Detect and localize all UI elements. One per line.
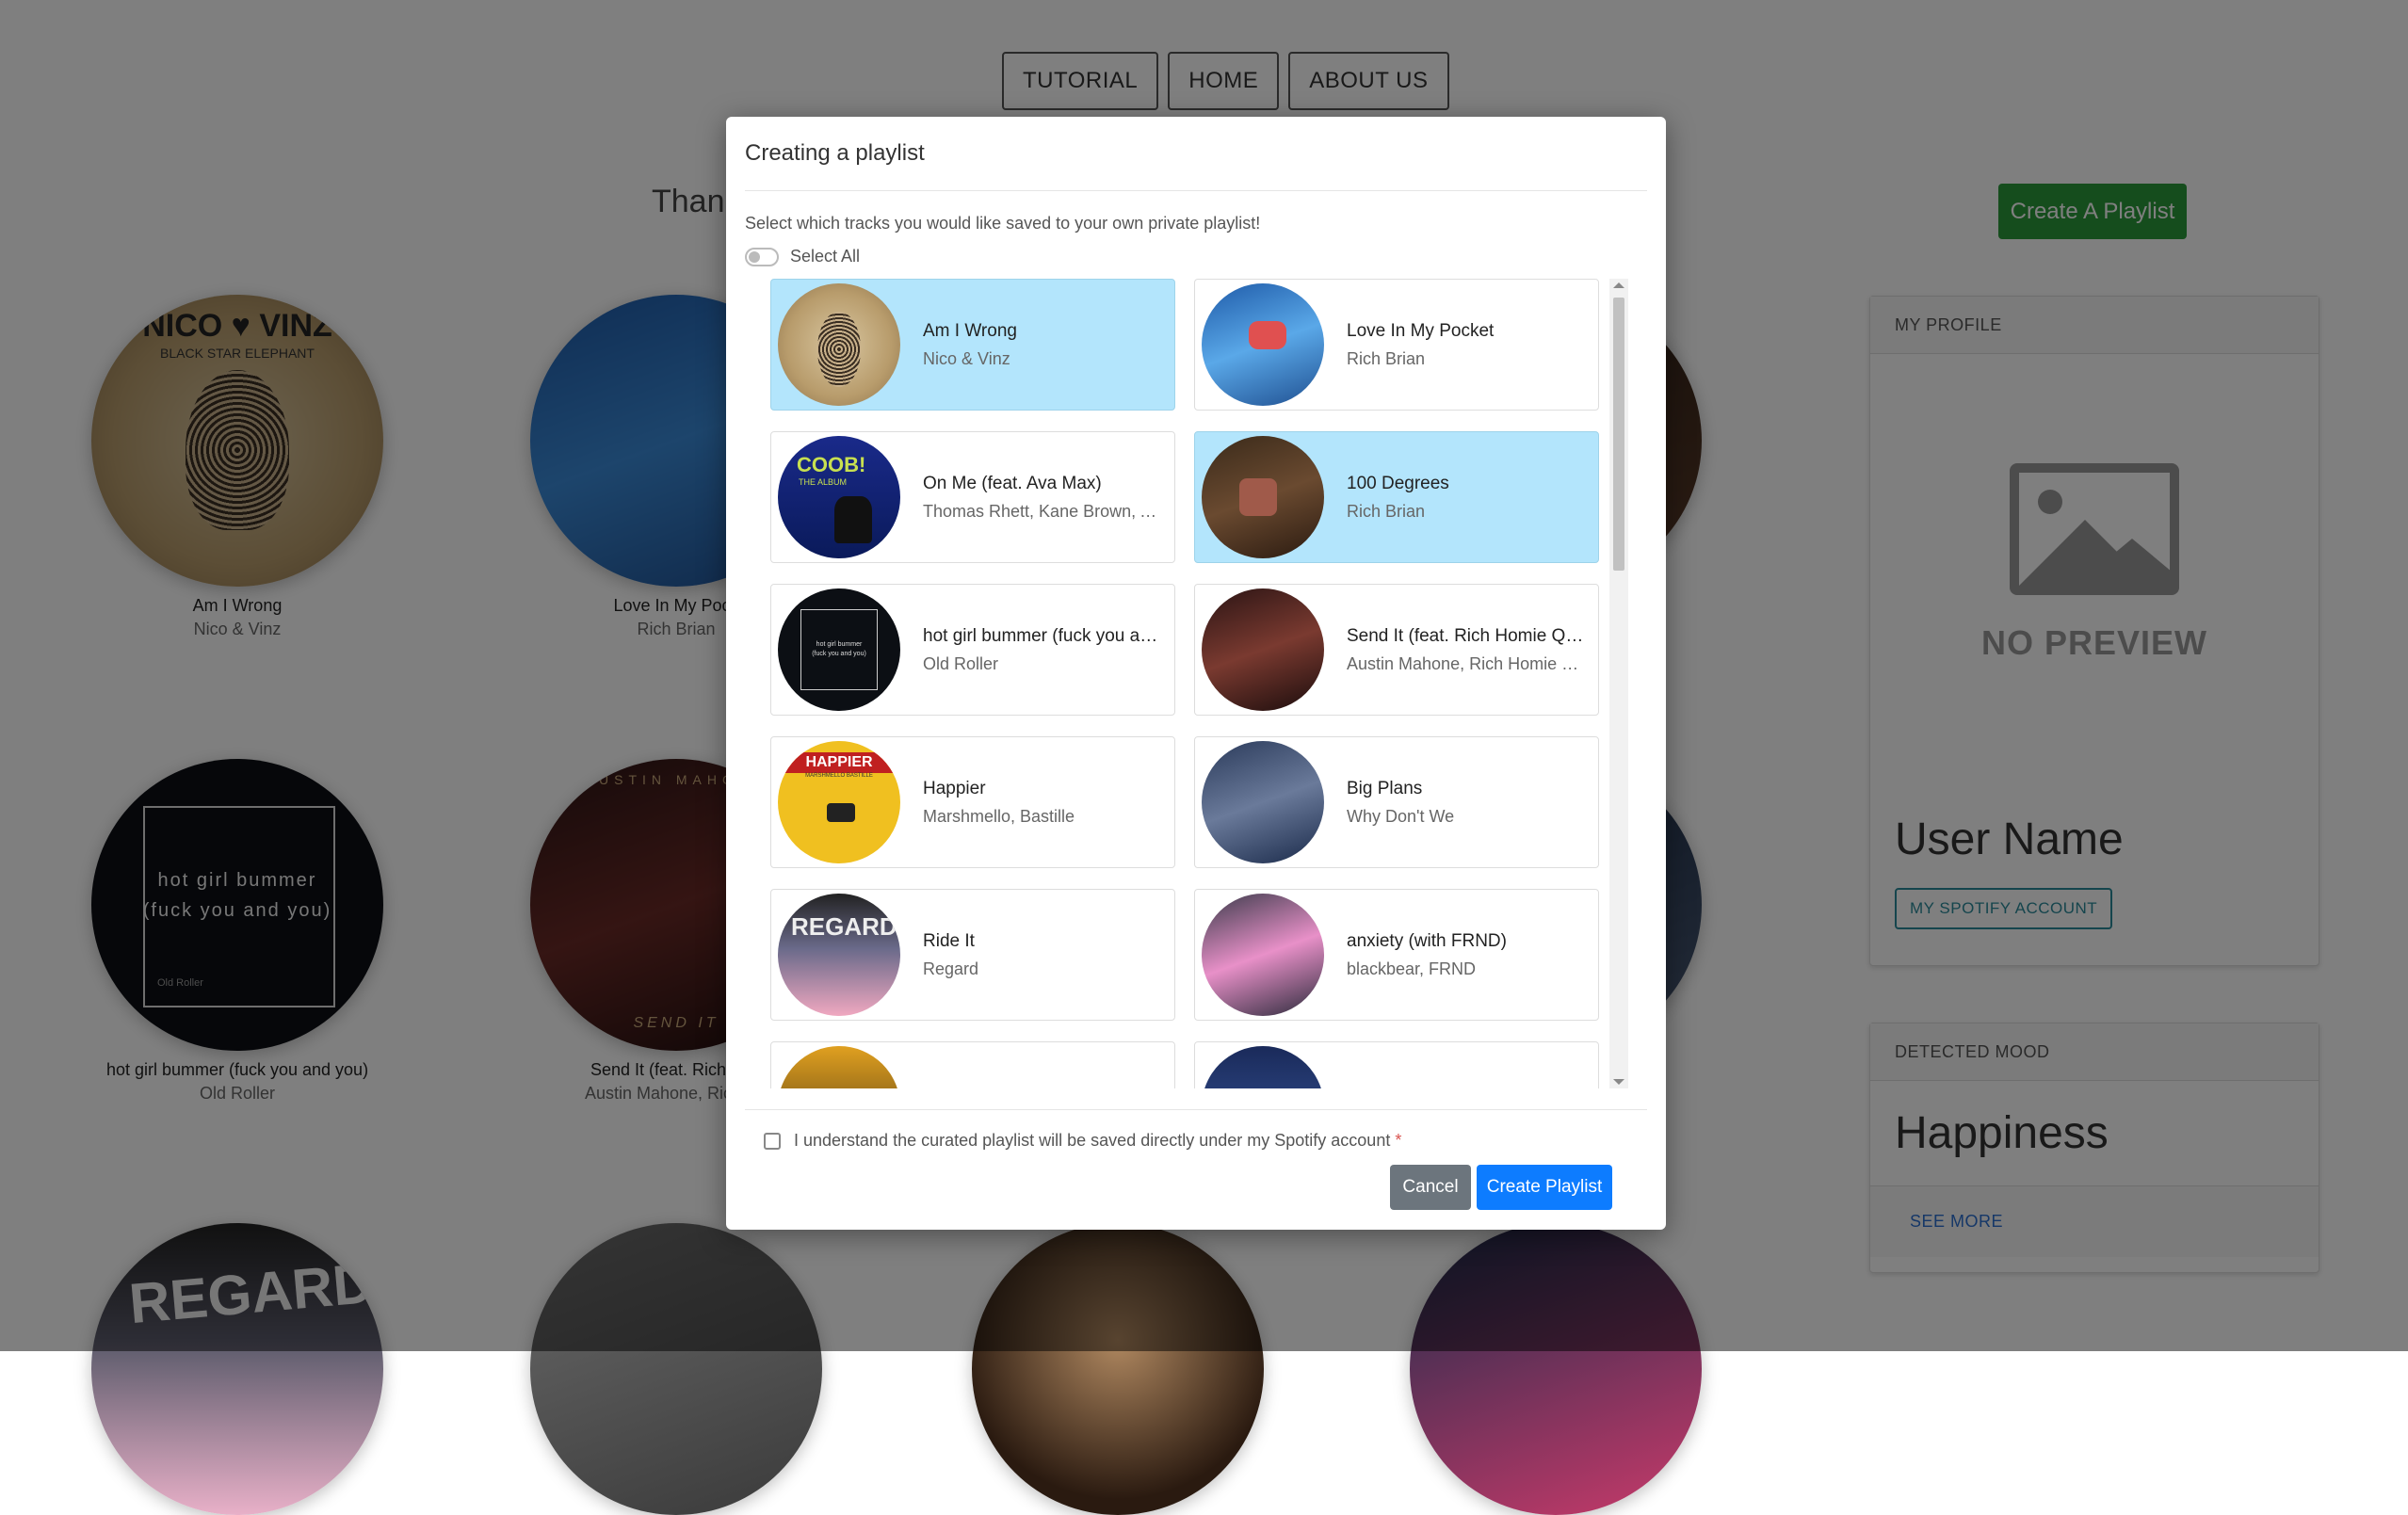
scrollbar-thumb[interactable] (1613, 298, 1624, 571)
modal-title: Creating a playlist (745, 140, 925, 166)
create-playlist-modal: Creating a playlist Select which tracks … (726, 117, 1666, 1230)
cancel-button[interactable]: Cancel (1390, 1165, 1471, 1210)
track-card[interactable] (1194, 1041, 1599, 1088)
album-art-text: (fuck you and you) (812, 651, 866, 657)
track-card[interactable]: anxiety (with FRND) blackbear, FRND (1194, 889, 1599, 1021)
track-title: Happier (923, 778, 986, 798)
track-card[interactable]: hot girl bummer (fuck you and you) hot g… (770, 584, 1175, 716)
album-art-text: hot girl bummer (816, 641, 863, 648)
track-artist: Old Roller (923, 653, 999, 673)
modal-footer-divider (745, 1109, 1647, 1110)
consent-row: I understand the curated playlist will b… (764, 1131, 1401, 1151)
create-playlist-button[interactable]: Create Playlist (1477, 1165, 1612, 1210)
track-album-art (1202, 588, 1324, 711)
track-album-art: hot girl bummer (fuck you and you) (778, 588, 900, 711)
album-art-text: MARSHMELLO BASTILLE (805, 773, 873, 779)
track-album-art: COOB! THE ALBUM (778, 436, 900, 558)
track-card[interactable]: 100 Degrees Rich Brian (1194, 431, 1599, 563)
track-card[interactable]: Am I Wrong Nico & Vinz (770, 279, 1175, 411)
modal-body: Select which tracks you would like saved… (726, 214, 1666, 266)
track-album-art (778, 1046, 900, 1088)
track-title: Send It (feat. Rich Homie Quan) (1347, 625, 1587, 646)
track-artist: Why Don't We (1347, 806, 1455, 826)
track-album-art (1202, 1046, 1324, 1088)
track-artist: Regard (923, 959, 979, 978)
track-artist: Nico & Vinz (923, 348, 1010, 368)
track-card[interactable]: Send It (feat. Rich Homie Quan) Austin M… (1194, 584, 1599, 716)
track-artist: Thomas Rhett, Kane Brown, A... (923, 501, 1163, 521)
track-album-art: HAPPIER MARSHMELLO BASTILLE (778, 741, 900, 863)
track-artist: Rich Brian (1347, 501, 1426, 521)
track-title: Ride It (923, 930, 975, 951)
album-art-text: REGARD (791, 912, 897, 941)
track-artist: Marshmello, Bastille (923, 806, 1075, 826)
track-title: Am I Wrong (923, 320, 1017, 341)
consent-checkbox[interactable] (764, 1132, 781, 1150)
album-art-text: THE ALBUM (799, 477, 848, 487)
modal-instructions: Select which tracks you would like saved… (745, 214, 1261, 233)
consent-label: I understand the curated playlist will b… (794, 1131, 1391, 1150)
select-all-toggle[interactable] (745, 247, 779, 266)
track-card[interactable]: Big Plans Why Don't We (1194, 736, 1599, 868)
track-album-art (1202, 436, 1324, 558)
album-art-text: HAPPIER (778, 752, 900, 773)
album-art-text: COOB! (797, 453, 866, 476)
track-artist: Austin Mahone, Rich Homie Q... (1347, 653, 1587, 673)
required-asterisk: * (1395, 1131, 1402, 1150)
select-all-label: Select All (790, 247, 861, 266)
track-card[interactable]: COOB! THE ALBUM On Me (feat. Ava Max) Th… (770, 431, 1175, 563)
track-card[interactable] (770, 1041, 1175, 1088)
track-card[interactable]: Love In My Pocket Rich Brian (1194, 279, 1599, 411)
track-list: Am I Wrong Nico & Vinz Love In My Pocket… (770, 279, 1637, 1088)
track-album-art (1202, 894, 1324, 1016)
track-artist: blackbear, FRND (1347, 959, 1477, 978)
track-album-art (1202, 283, 1324, 406)
track-album-art: REGARD (778, 894, 900, 1016)
track-title: 100 Degrees (1347, 473, 1449, 493)
track-card[interactable]: HAPPIER MARSHMELLO BASTILLE Happier Mars… (770, 736, 1175, 868)
track-title: hot girl bummer (fuck you and... (923, 625, 1163, 646)
track-title: Big Plans (1347, 778, 1423, 798)
track-album-art (1202, 741, 1324, 863)
track-card[interactable]: REGARD Ride It Regard (770, 889, 1175, 1021)
scroll-up-arrow-icon[interactable] (1613, 282, 1624, 288)
track-title: On Me (feat. Ava Max) (923, 473, 1102, 493)
scroll-down-arrow-icon[interactable] (1613, 1079, 1624, 1085)
track-album-art (778, 283, 900, 406)
track-title: Love In My Pocket (1347, 320, 1495, 341)
track-list-scrollbar[interactable] (1609, 279, 1628, 1088)
select-all-row: Select All (745, 247, 1647, 266)
track-artist: Rich Brian (1347, 348, 1426, 368)
page: TUTORIAL HOME ABOUT US Thank Create A Pl… (0, 0, 2408, 1515)
track-title: anxiety (with FRND) (1347, 930, 1507, 951)
modal-header: Creating a playlist (745, 117, 1647, 191)
